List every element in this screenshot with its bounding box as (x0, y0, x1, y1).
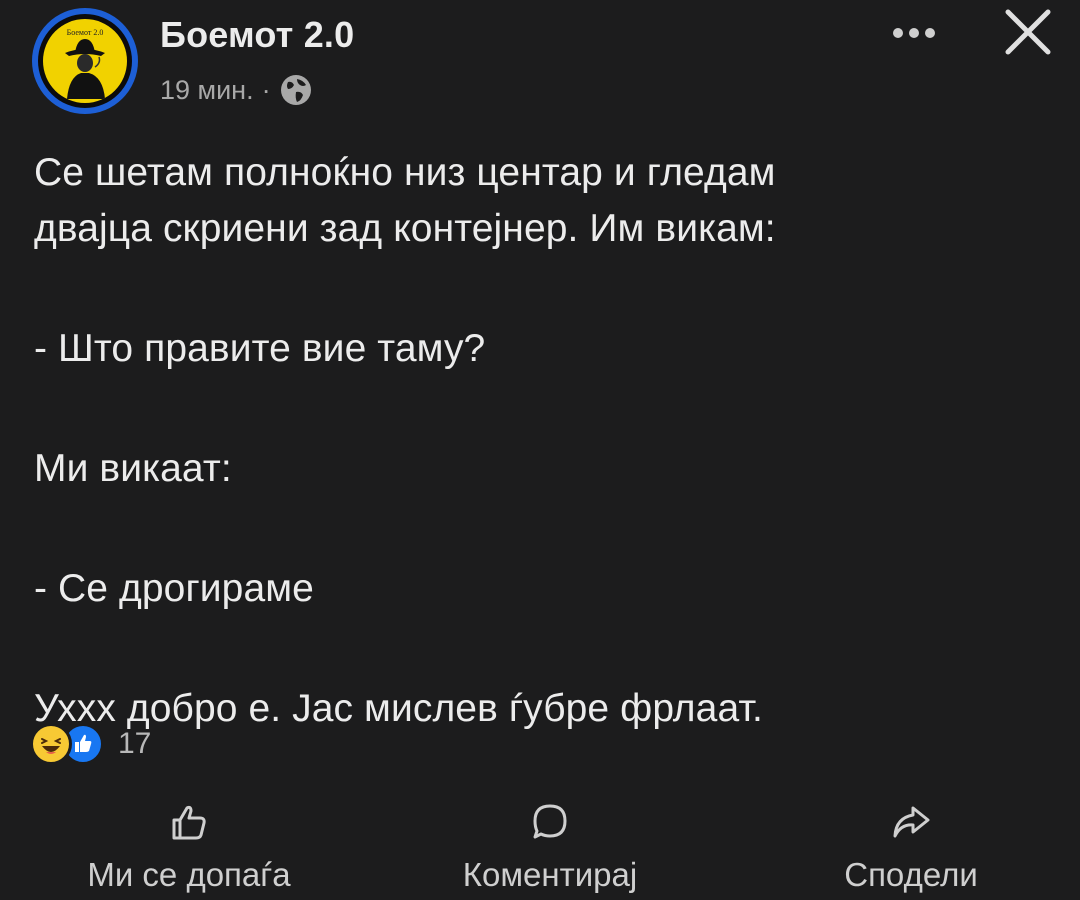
author-name[interactable]: Боемот 2.0 (160, 14, 354, 56)
more-dots-icon (893, 28, 935, 38)
share-arrow-icon (893, 806, 930, 838)
post-meta: 19 мин. · (160, 72, 313, 108)
post-time[interactable]: 19 мин. (160, 75, 254, 106)
like-button[interactable]: Ми се допаѓа (64, 800, 314, 896)
comment-button[interactable]: Коментирај (430, 800, 670, 896)
close-button[interactable] (998, 6, 1058, 60)
meta-separator: · (261, 74, 271, 105)
post-line: Се шетам полноќно низ центар и гледам (34, 151, 776, 194)
haha-icon (30, 723, 72, 765)
author-avatar[interactable]: Боемот 2.0 (32, 8, 138, 114)
reaction-count: 17 (118, 727, 152, 760)
post-line: Ми викаат: (34, 447, 232, 490)
comment-label: Коментирај (462, 856, 638, 893)
post-line-blank (34, 257, 1054, 321)
share-label: Сподели (844, 856, 978, 893)
like-label: Ми се допаѓа (87, 856, 291, 893)
avatar-image: Боемот 2.0 (43, 19, 127, 103)
post-line-blank (34, 617, 1054, 681)
globe-icon (279, 73, 313, 107)
post-line: - Се дрогираме (34, 567, 314, 610)
post-line: - Што правите вие таму? (34, 327, 486, 370)
comment-bubble-icon (533, 804, 567, 839)
post-line-blank (34, 497, 1054, 561)
close-icon (1005, 9, 1051, 55)
avatar-ring: Боемот 2.0 (38, 14, 132, 108)
share-button[interactable]: Сподели (816, 800, 1006, 896)
avatar-logo-text: Боемот 2.0 (67, 28, 104, 37)
thumbs-up-icon (172, 805, 206, 840)
post-text: Се шетам полноќно низ центар и гледам дв… (34, 145, 1054, 737)
post-line: двајца скриени зад контејнер. Им викам: (34, 207, 776, 250)
post-line-blank (34, 377, 1054, 441)
post-line: Ухxx добро е. Јас мислев ѓубре фрлаат. (34, 687, 763, 730)
avatar-illustration: Боемот 2.0 (65, 28, 105, 99)
reactions-summary[interactable]: 17 (30, 722, 151, 766)
more-options-button[interactable] (884, 18, 944, 48)
